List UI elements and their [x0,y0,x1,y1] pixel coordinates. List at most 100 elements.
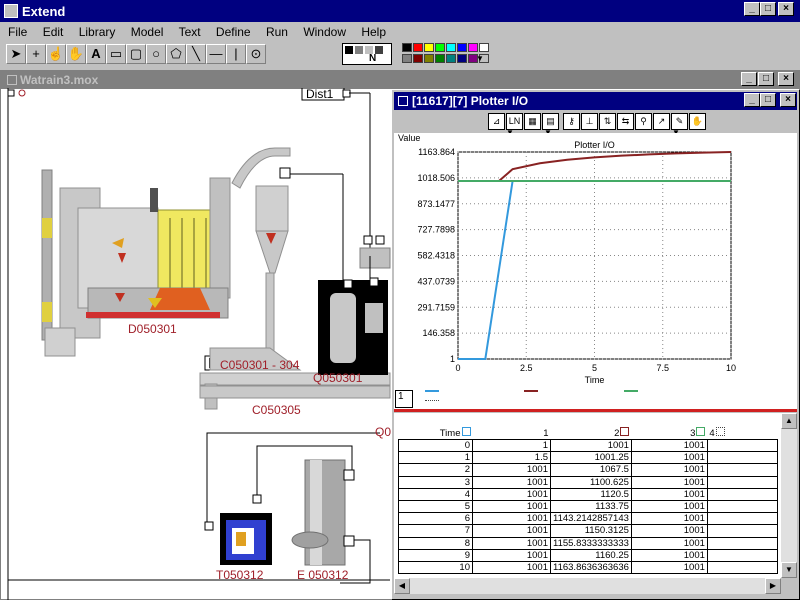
table-cell[interactable]: 1001 [472,512,551,526]
horizontal-scrollbar[interactable] [394,578,781,594]
table-cell[interactable] [706,499,778,514]
connect-tool-icon[interactable]: + [26,44,46,64]
trace-properties-icon[interactable]: ⊿ [488,113,505,130]
table-cell[interactable] [706,487,778,501]
table-cell[interactable]: 1001 [630,560,708,575]
pattern-palette[interactable]: N [342,43,392,65]
table-cell[interactable] [706,560,778,575]
rounded-rect-tool-icon[interactable]: ▢ [126,44,146,64]
table-cell[interactable] [706,438,778,453]
table-row[interactable]: 7 1001 1150.3125 1001 [398,524,778,538]
autoscale-both-icon[interactable]: ⇆ [617,113,634,130]
arrow-tool-icon[interactable]: ➤ [6,44,26,64]
connector-icon[interactable] [7,89,15,97]
table-cell[interactable]: 1150.3125 [550,524,632,538]
table-cell[interactable]: 1 [398,451,473,465]
table-row[interactable]: 8 1001 1155.8333333333 1001 [398,536,778,550]
autoscale-y-icon[interactable]: ⇅ [599,113,616,130]
color-swatch[interactable] [479,43,489,52]
table-row[interactable]: 1 1.5 1001.25 1001 [398,451,778,465]
split-tool-icon[interactable]: | [226,44,246,64]
palette-dropdown-icon[interactable]: ▼ [474,54,486,64]
menu-text[interactable]: Text [179,25,201,39]
table-cell[interactable]: 6 [398,512,473,526]
menu-help[interactable]: Help [361,25,386,39]
table-cell[interactable]: 10 [398,560,473,575]
close-button[interactable]: × [778,2,794,16]
table-cell[interactable]: 1001 [472,487,551,501]
menu-model[interactable]: Model [131,25,164,39]
cyclone-icon[interactable] [255,185,289,354]
table-cell[interactable]: 1001 [550,438,632,453]
table-cell[interactable]: 7 [398,524,473,538]
table-cell[interactable]: 1001.25 [550,451,632,465]
color-swatch[interactable] [446,54,456,63]
plotter-titlebar[interactable]: [11617][7] Plotter I/O _ □ × [394,92,797,110]
table-cell[interactable] [706,512,778,526]
table-cell[interactable] [706,475,778,489]
table-row[interactable]: 9 1001 1160.25 1001 [398,548,778,562]
plotter-maximize-button[interactable]: □ [760,93,776,107]
column-selector-icon[interactable] [620,427,630,436]
table-cell[interactable]: 1001 [472,499,551,514]
hand-tool-plot-icon[interactable]: ✋ [689,113,706,130]
table-cell[interactable]: 1001 [472,463,551,477]
color-swatch[interactable] [413,43,423,52]
table-cell[interactable] [706,524,778,538]
app-icon[interactable] [4,4,18,18]
column-selector-icon[interactable] [461,427,471,436]
line-tool-icon[interactable]: ╲ [186,44,206,64]
menu-run[interactable]: Run [266,25,288,39]
table-row[interactable]: 0 1 1001 1001 [398,438,778,453]
table-cell[interactable]: 5 [398,499,473,514]
named-connection-icon[interactable]: ⊙ [246,44,266,64]
table-cell[interactable] [706,536,778,550]
silo-icon[interactable] [318,235,391,375]
table-cell[interactable]: 1001 [630,438,708,453]
table-cell[interactable]: 1001 [630,524,708,538]
vertical-scrollbar[interactable] [781,413,797,578]
table-cell[interactable]: 1067.5 [550,463,632,477]
polygon-tool-icon[interactable]: ⬠ [166,44,186,64]
table-cell[interactable]: 1163.8636363636 [550,560,632,575]
table-cell[interactable] [706,463,778,477]
menu-library[interactable]: Library [79,25,116,39]
model-minimize-button[interactable]: _ [741,72,757,86]
color-swatch[interactable] [435,54,445,63]
table-cell[interactable]: 1 [472,438,551,453]
table-cell[interactable]: 8 [398,536,473,550]
key-icon[interactable]: ⚷ [563,113,580,130]
table-cell[interactable]: 1001 [472,524,551,538]
clone-tool-icon[interactable]: ☝ [46,44,66,64]
pattern-icon[interactable]: ▦ [524,113,541,130]
table-cell[interactable]: 1120.5 [550,487,632,501]
color-swatch[interactable] [413,54,423,63]
table-cell[interactable]: 1133.75 [550,499,632,514]
color-swatch[interactable] [402,54,412,63]
menu-file[interactable]: File [8,25,27,39]
model-window-titlebar[interactable]: Watrain3.mox _ □ × [1,71,799,89]
maximize-button[interactable]: □ [760,2,776,16]
table-cell[interactable]: 1155.8333333333 [550,536,632,550]
tank-icon[interactable] [220,513,272,565]
menu-define[interactable]: Define [216,25,251,39]
table-row[interactable]: 3 1001 1100.625 1001 [398,475,778,489]
scroll-down-icon[interactable]: ▼ [781,562,797,578]
scroll-left-icon[interactable]: ◀ [394,578,410,594]
scroll-right-icon[interactable]: ▶ [765,578,781,594]
table-cell[interactable]: 1001 [472,560,551,575]
exchanger-icon[interactable] [291,459,355,566]
table-cell[interactable]: 1001 [472,536,551,550]
hand-tool-icon[interactable]: ✋ [66,44,86,64]
color-swatch[interactable] [468,43,478,52]
table-cell[interactable]: 0 [398,438,473,453]
table-cell[interactable]: 1001 [630,451,708,465]
splitter[interactable] [394,409,797,412]
table-cell[interactable]: 1001 [630,487,708,501]
oval-tool-icon[interactable]: ○ [146,44,166,64]
table-cell[interactable]: 1001 [630,548,708,562]
color-swatch[interactable] [446,43,456,52]
trace-tool-icon[interactable]: ↗ [653,113,670,130]
zoom-icon[interactable]: ⚲ [635,113,652,130]
table-cell[interactable]: 1001 [630,512,708,526]
